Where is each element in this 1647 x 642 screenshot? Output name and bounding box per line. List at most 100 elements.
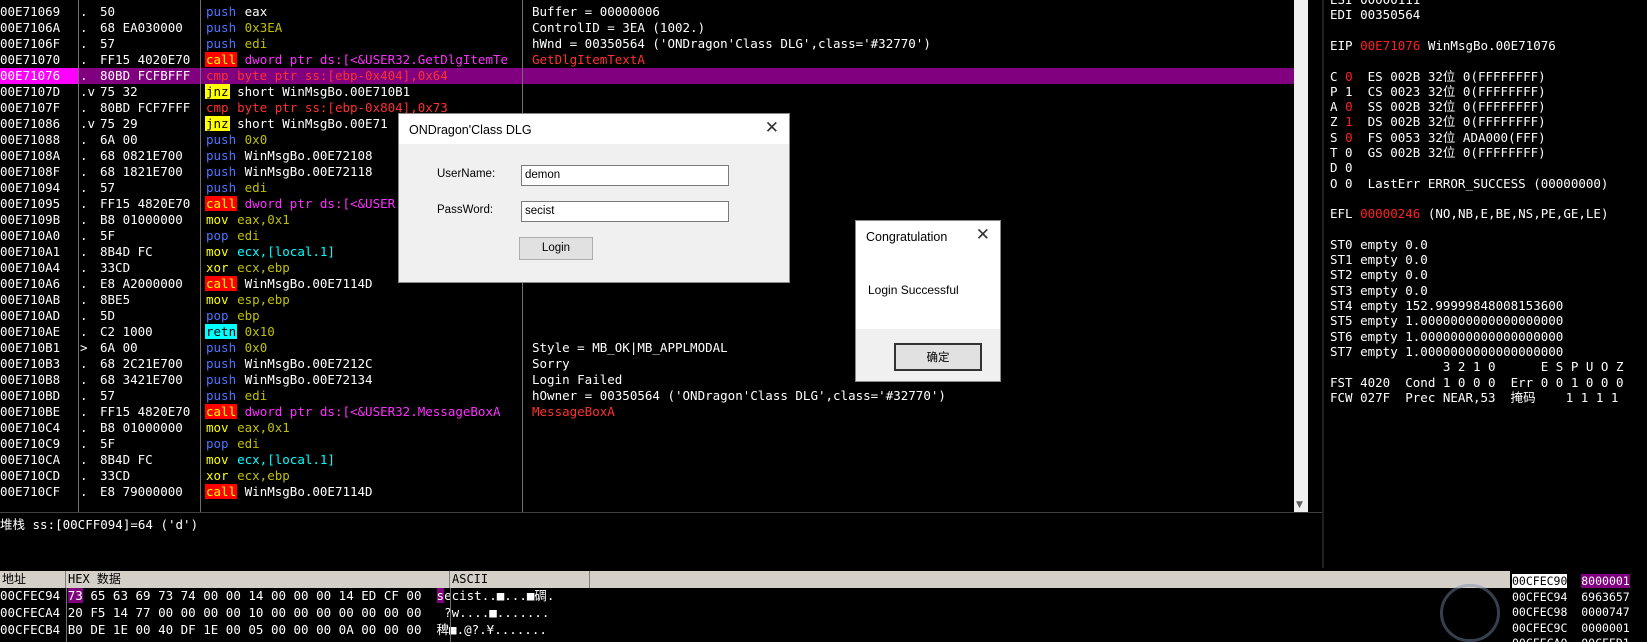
register-line[interactable]: ST4 empty 152.99999848008153600 [1330,298,1563,314]
memory-dump-pane[interactable]: 00CFEC94 73 65 63 69 73 74 00 00 14 00 0… [0,588,590,642]
stack-row[interactable]: 00CFEC98 0000747 [1512,604,1630,620]
disasm-row[interactable]: 00E710B8. 68 3421E700 push WinMsgBo.00E721… [0,372,1290,388]
stack-address: 00CFEC9C [1512,620,1568,635]
login-button[interactable]: Login [519,237,593,260]
comment: MessageBoxA [532,404,615,419]
disasm-row[interactable]: 00E7107D .v 75 32 jnz short WinMsgBo.00E710… [0,84,1290,100]
disasm-row[interactable]: 00E71069. 50 push eax Buffer = 00000006 [0,4,1290,20]
register-line[interactable]: ST1 empty 0.0 [1330,252,1428,268]
register-line[interactable]: C 0 ES 002B 32位 0(FFFFFFFF) [1330,69,1546,85]
instruction-text: pop ebp [205,308,521,324]
stack-value: 0000001 [1581,620,1630,635]
jump-marker: . [80,260,88,275]
instruction-address: 00E71095 [0,196,61,211]
disassembly-scrollbar[interactable]: ▼ [1294,0,1308,512]
register-line[interactable]: T 0 GS 002B 32位 0(FFFFFFFF) [1330,145,1546,161]
instruction-text: retn 0x10 [205,324,521,340]
ok-button[interactable]: 确定 [894,343,982,371]
close-icon[interactable]: ✕ [976,225,990,245]
stack-row[interactable]: 00CFEC94 6963657 [1512,589,1630,605]
disasm-row[interactable]: 00E710BE. FF15 4820E70 call dword ptr ds:[… [0,404,1290,420]
dump-header-address[interactable]: 地址 [0,571,66,588]
stack-value: 8000001 [1581,574,1630,588]
instruction-address: 00E710A1 [0,244,61,259]
close-icon[interactable]: ✕ [765,118,779,138]
jump-marker: > [80,340,88,355]
disasm-row[interactable]: 00E710AE. C2 1000 retn 0x10 [0,324,1290,340]
instruction-text: call dword ptr ds:[<&USER32.GetDlgItemTe [205,52,521,68]
dump-ascii-first: s [436,588,445,603]
disasm-row[interactable]: 00E71070. FF15 4020E70 call dword ptr ds:[… [0,52,1290,68]
register-line[interactable]: EIP 00E71076 WinMsgBo.00E71076 [1330,38,1556,54]
dump-hex-bytes: F5 14 77 00 00 00 00 10 00 00 00 00 00 0… [82,605,422,620]
register-line[interactable]: D 0 [1330,160,1353,176]
scroll-down-arrow-icon[interactable]: ▼ [1296,500,1303,510]
stack-pane[interactable]: 00CFEC90 8000001 00CFEC94 6963657 00CFEC98… [1510,571,1647,642]
register-line[interactable]: Z 1 DS 002B 32位 0(FFFFFFFF) [1330,114,1546,130]
register-line[interactable]: A 0 SS 002B 32位 0(FFFFFFFF) [1330,99,1546,115]
dump-header-hex[interactable]: HEX 数据 [66,571,450,588]
disasm-row[interactable]: 00E7106A. 68 EA030000 push 0x3EA ControlID … [0,20,1290,36]
mnemonic: push [206,4,237,19]
disasm-row[interactable]: 00E710B1 >6A 00 push 0x0 Style = MB_OK|MB_A… [0,340,1290,356]
instruction-address: 00E71076 [0,68,61,83]
disasm-row[interactable]: 00E710AD. 5D pop ebp [0,308,1290,324]
dump-row[interactable]: 00CFECA4 20 F5 14 77 00 00 00 00 10 00 0… [0,605,549,621]
instruction-text: mov esp,ebp [205,292,521,308]
disasm-row[interactable]: 00E710AB. 8BE5 mov esp,ebp [0,292,1290,308]
dump-row[interactable]: 00CFEC94 73 65 63 69 73 74 00 00 14 00 0… [0,588,554,604]
username-label: UserName: [437,168,496,180]
register-line[interactable]: ST5 empty 1.0000000000000000000 [1330,313,1563,329]
stack-address: 00CFECA0 [1512,636,1567,642]
register-line[interactable]: O 0 LastErr ERROR_SUCCESS (00000000) [1330,176,1608,192]
instruction-bytes: 5F [100,228,116,243]
register-line[interactable]: FST 4020 Cond 1 0 0 0 Err 0 0 1 0 0 0 [1330,375,1624,391]
registers-pane[interactable]: ESI 00000111EDI 00350564EIP 00E71076 Win… [1322,0,1647,568]
disasm-row[interactable]: 00E710B3. 68 2C21E700 push WinMsgBo.00E721… [0,356,1290,372]
register-line[interactable]: ST0 empty 0.0 [1330,237,1428,253]
password-field[interactable]: secist [521,201,729,222]
mnemonic: push [206,36,237,51]
username-field[interactable]: demon [521,165,729,186]
instruction-address: 00E7108A [0,148,61,163]
instruction-address: 00E710CF [0,484,61,499]
disasm-row[interactable]: 00E71076. 80BD FCFBFFF cmp byte ptr ss:[eb… [0,68,1290,84]
operand: esp,ebp [237,292,290,307]
disasm-row[interactable]: 00E710BD. 57 push edi hOwner = 00350564 ('O… [0,388,1290,404]
register-line[interactable]: S 0 FS 0053 32位 ADA000(FFF) [1330,130,1546,146]
disasm-row[interactable]: 00E710CA. 8B4D FC mov ecx,[local.1] [0,452,1290,468]
register-line[interactable]: EDI 00350564 [1330,7,1420,23]
stack-row[interactable]: 00CFEC90 8000001 [1512,573,1630,589]
info-text: 堆栈 ss:[00CFF094]=64 ('d') [0,517,199,532]
register-line[interactable]: ST6 empty 1.0000000000000000000 [1330,329,1563,345]
login-dialog[interactable]: ONDragon'Class DLG ✕ UserName: demon Pas… [398,113,790,283]
instruction-address: 00E710A4 [0,260,61,275]
dump-header-ascii[interactable]: ASCII [450,571,590,588]
register-line[interactable]: 3 2 1 0 E S P U O Z [1330,359,1624,375]
stack-row[interactable]: 00CFEC9C 0000001 [1512,620,1630,636]
instruction-bytes: 6A 00 [100,132,138,147]
disasm-row[interactable]: 00E710C9. 5F pop edi [0,436,1290,452]
mnemonic: push [206,340,237,355]
instruction-text: push edi [205,388,521,404]
register-line[interactable]: ST7 empty 1.0000000000000000000 [1330,344,1563,360]
stack-row[interactable]: 00CFECA0 00CFED1 [1512,635,1630,642]
instruction-bytes: FF15 4820E70 [100,404,191,419]
disasm-row[interactable]: 00E710C4. B8 01000000 mov eax,0x1 [0,420,1290,436]
register-line[interactable]: ST3 empty 0.0 [1330,283,1428,299]
msgbox-message: Login Successful [868,283,959,297]
mnemonic: mov [206,244,229,259]
dialog-body: UserName: demon PassWord: secist Login [399,144,789,282]
disasm-row[interactable]: 00E710CD. 33CD xor ecx,ebp [0,468,1290,484]
register-line[interactable]: ST2 empty 0.0 [1330,267,1428,283]
mnemonic: call [205,52,238,67]
dump-row[interactable]: 00CFECB4 B0 DE 1E 00 40 DF 1E 00 05 00 0… [0,622,547,638]
message-box[interactable]: Congratulation ✕ Login Successful 确定 [855,220,1001,382]
column-divider [450,588,451,642]
register-line[interactable]: EFL 00000246 (NO,NB,E,BE,NS,PE,GE,LE) [1330,206,1608,222]
disasm-row[interactable]: 00E7106F. 57 push edi hWnd = 00350564 ('OND… [0,36,1290,52]
disasm-row[interactable]: 00E710CF. E8 79000000 call WinMsgBo.00E711… [0,484,1290,500]
register-line[interactable]: P 1 CS 0023 32位 0(FFFFFFFF) [1330,84,1546,100]
operand: 0x0 [244,132,268,147]
register-line[interactable]: FCW 027F Prec NEAR,53 掩码 1 1 1 1 [1330,390,1618,406]
